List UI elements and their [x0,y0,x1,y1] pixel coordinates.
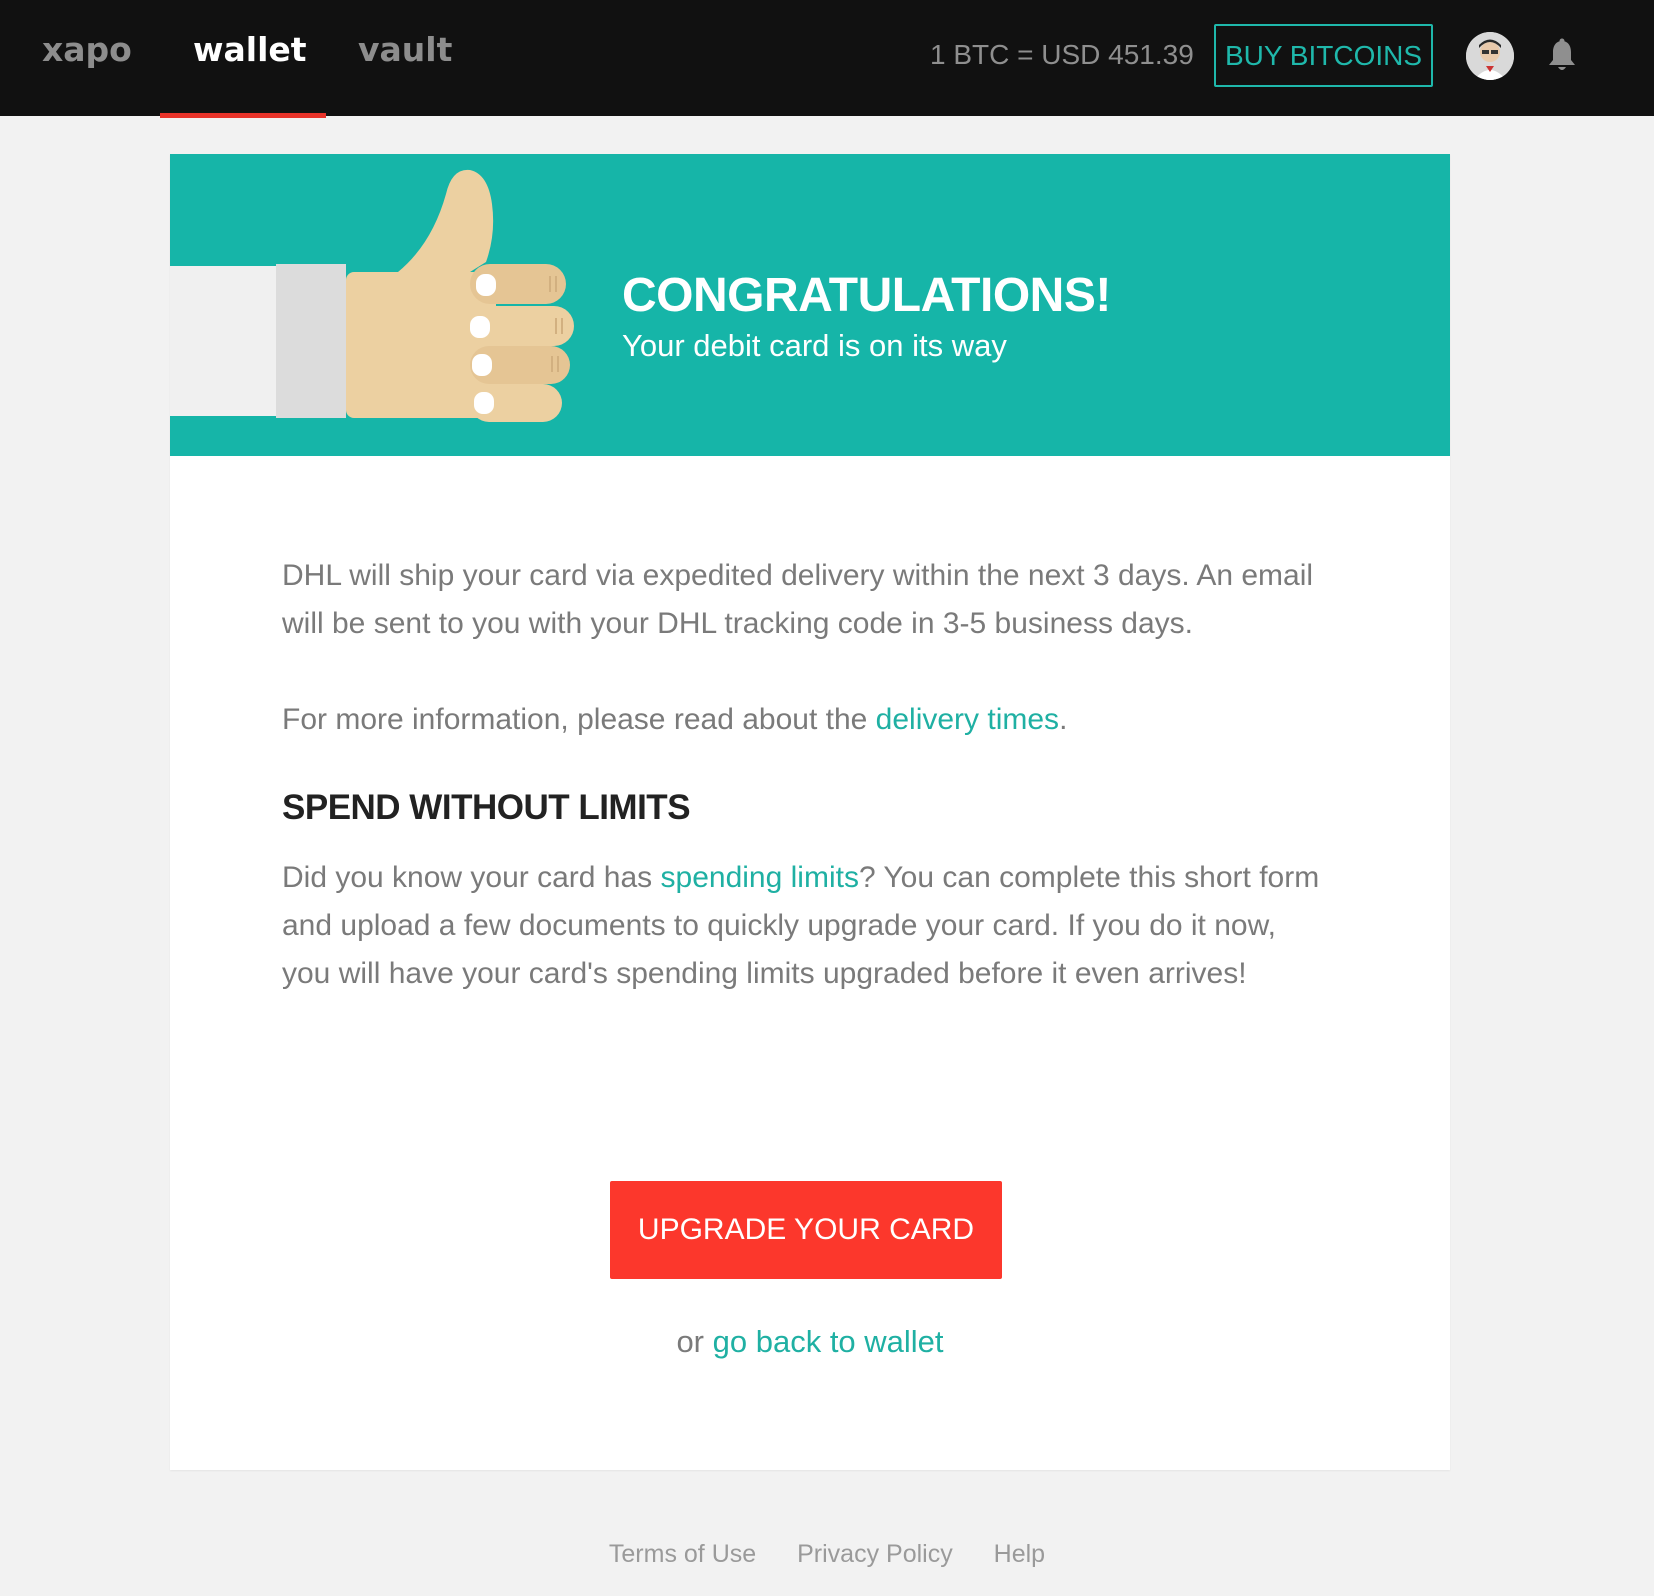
upgrade-card-button[interactable]: UPGRADE YOUR CARD [610,1181,1002,1279]
terms-of-use-link[interactable]: Terms of Use [609,1540,756,1568]
buy-bitcoins-button[interactable]: BUY BITCOINS [1214,24,1433,87]
congratulations-banner: CONGRATULATIONS! Your debit card is on i… [170,154,1450,456]
go-back-to-wallet-link[interactable]: go back to wallet [713,1324,944,1359]
spending-limits-link[interactable]: spending limits [661,861,859,894]
nav-tab-wallet[interactable]: wallet [193,30,307,69]
help-link[interactable]: Help [994,1540,1045,1568]
back-prefix: or [676,1324,713,1359]
spending-limits-paragraph: Did you know your card has spending limi… [282,854,1327,998]
btc-exchange-rate: 1 BTC = USD 451.39 [930,39,1194,70]
delivery-info-prefix: For more information, please read about … [282,703,876,736]
top-navigation-bar: xapo wallet vault 1 BTC = USD 451.39 BUY… [0,0,1654,118]
delivery-times-link[interactable]: delivery times [876,703,1059,736]
section-heading: SPEND WITHOUT LIMITS [282,788,691,827]
avatar-image [1466,32,1514,80]
bell-icon[interactable] [1545,38,1579,74]
active-tab-indicator [160,113,326,118]
nav-tab-vault[interactable]: vault [358,30,452,69]
xapo-logo[interactable]: xapo [42,30,132,69]
confirmation-card: CONGRATULATIONS! Your debit card is on i… [170,154,1450,1470]
banner-title: CONGRATULATIONS! [622,269,1111,322]
footer: Terms of Use Privacy Policy Help [0,1540,1654,1569]
user-avatar[interactable] [1466,32,1514,80]
delivery-info-paragraph: For more information, please read about … [282,696,1327,744]
card-content: DHL will ship your card via expedited de… [282,552,1327,998]
back-to-wallet-line: or go back to wallet [170,1324,1450,1360]
banner-subtitle: Your debit card is on its way [622,328,1007,363]
privacy-policy-link[interactable]: Privacy Policy [797,1540,953,1568]
limits-prefix: Did you know your card has [282,861,661,894]
shipping-info-text: DHL will ship your card via expedited de… [282,559,1314,640]
delivery-info-suffix: . [1059,703,1068,736]
